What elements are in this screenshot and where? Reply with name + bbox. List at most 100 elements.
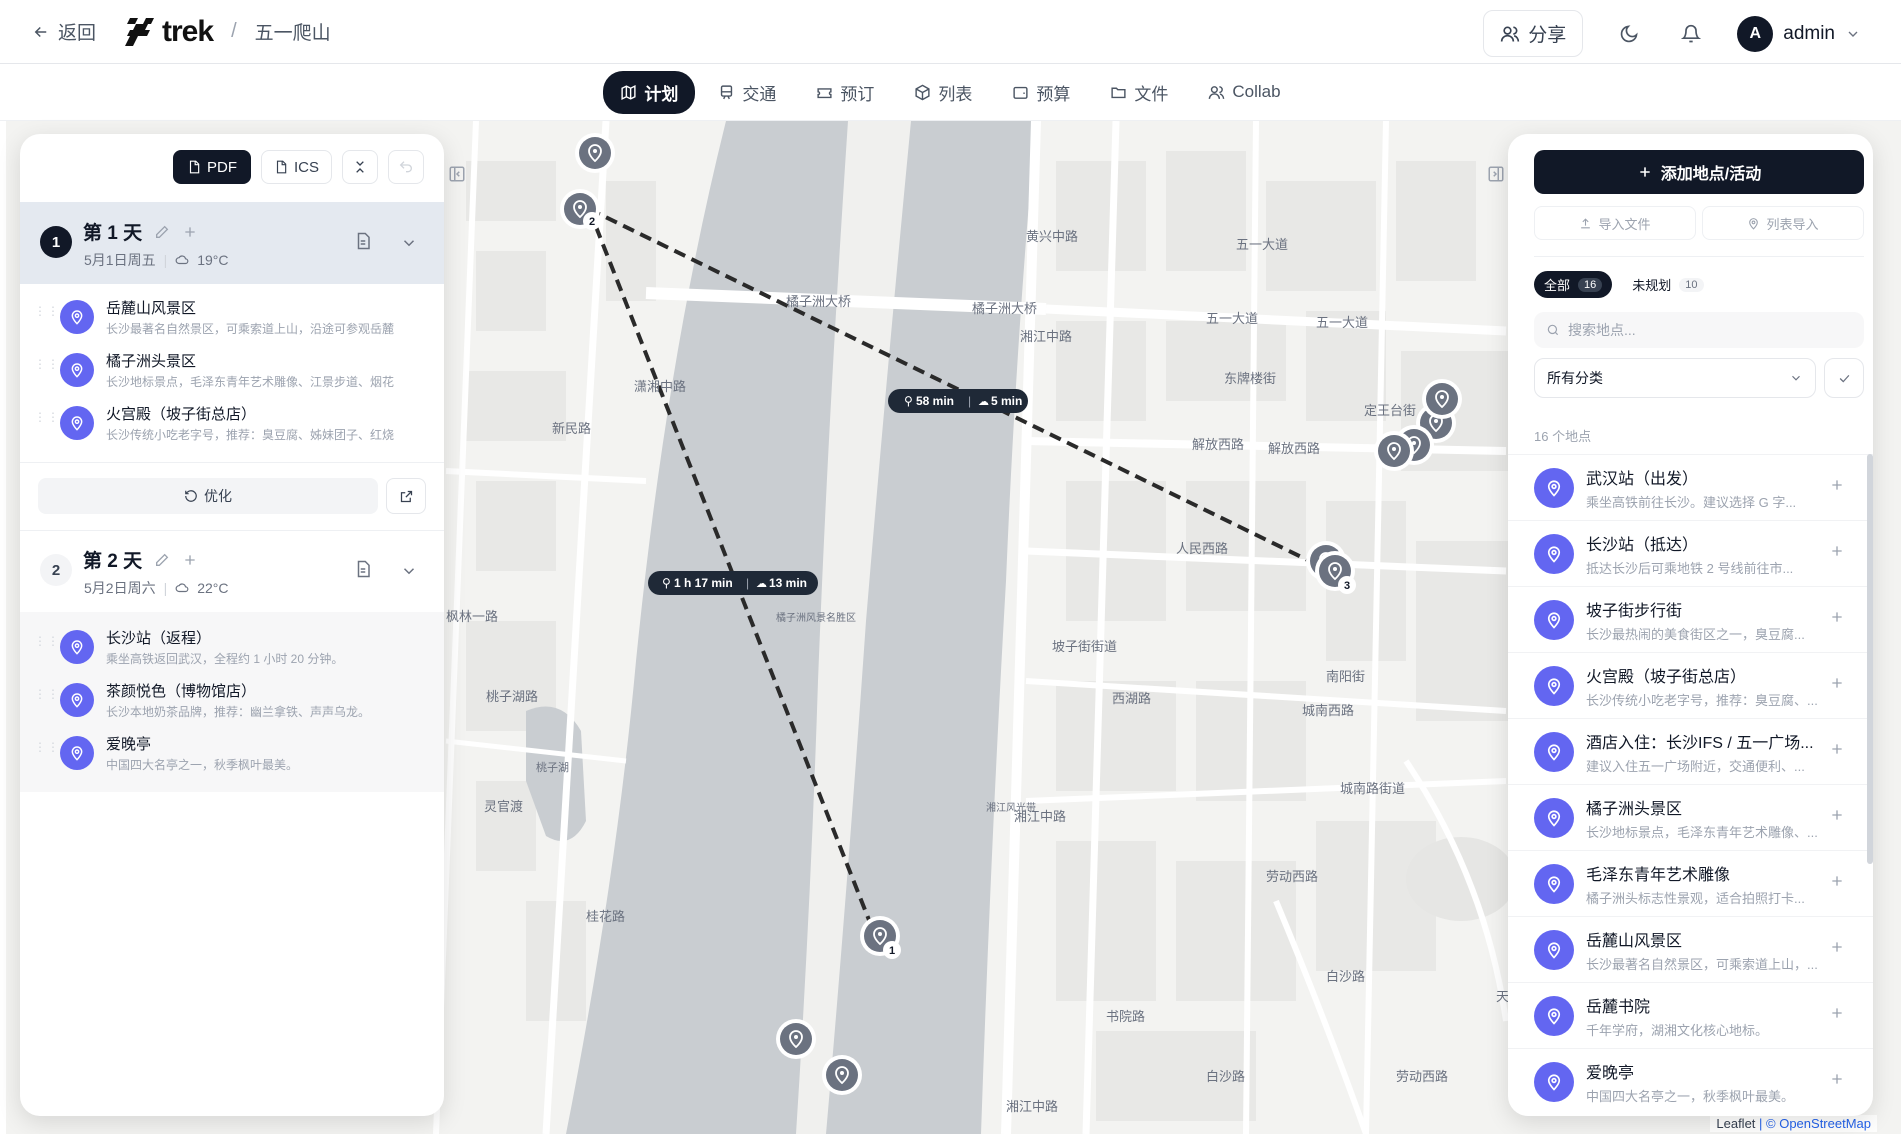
add-to-day-button[interactable] xyxy=(1829,1005,1845,1021)
list-item[interactable]: 岳麓书院千年学府，湖湘文化核心地标。 xyxy=(1508,982,1873,1048)
place-description: 长沙本地奶茶品牌，推荐：幽兰拿铁、声声乌龙。 xyxy=(106,704,371,719)
add-to-day-button[interactable] xyxy=(1829,939,1845,955)
list-item[interactable]: ⋮⋮ 火宫殿（坡子街总店） 长沙传统小吃老字号，推荐：臭豆腐、姊妹团子、红烧 xyxy=(20,396,444,449)
moon-icon xyxy=(1620,24,1638,42)
map-pin-icon xyxy=(1534,995,1574,1036)
list-item[interactable]: 酒店入住：长沙IFS / 五一广场... 建议入住五一广场附近，交通便利、... xyxy=(1508,718,1873,784)
drag-handle-icon[interactable]: ⋮⋮ xyxy=(34,358,60,370)
day-notes-button[interactable] xyxy=(354,560,372,578)
drag-handle-icon[interactable]: ⋮⋮ xyxy=(34,305,60,317)
day-notes-button[interactable] xyxy=(354,232,372,250)
search-input[interactable]: 搜索地点... xyxy=(1534,312,1864,348)
tab-budget[interactable]: 预算 xyxy=(995,71,1087,114)
import-file-button[interactable]: 导入文件 xyxy=(1534,206,1696,240)
place-description: 长沙最著名自然景区，可乘索道上山，... xyxy=(1586,956,1818,972)
add-to-day-button[interactable] xyxy=(1829,873,1845,889)
list-item[interactable]: 火宫殿（坡子街总店） 长沙传统小吃老字号，推荐：臭豆腐、... xyxy=(1508,652,1873,718)
map-marker xyxy=(822,1055,862,1095)
pencil-icon[interactable] xyxy=(154,224,170,240)
place-name: 火宫殿（坡子街总店） xyxy=(1586,668,1747,686)
collapse-right-panel-button[interactable] xyxy=(1487,165,1505,183)
chevrons-collapse-icon xyxy=(356,161,364,173)
street-label: 南阳街 xyxy=(1326,669,1365,684)
select-all-button[interactable] xyxy=(1824,358,1864,398)
list-item[interactable]: ⋮⋮ 橘子洲头景区 长沙地标景点，毛泽东青年艺术雕像、江景步道、烟花 xyxy=(20,343,444,396)
tab-transport[interactable]: 交通 xyxy=(701,71,793,114)
day-header-1[interactable]: 1 第 1 天 5月1日周五 | 19°C xyxy=(20,202,444,284)
theme-toggle-button[interactable] xyxy=(1613,18,1645,50)
scrollbar[interactable] xyxy=(1867,454,1873,864)
undo-button[interactable] xyxy=(388,150,424,184)
day-date: 5月2日周六 xyxy=(84,580,156,596)
list-item[interactable]: ⋮⋮ 茶颜悦色（博物馆店） 长沙本地奶茶品牌，推荐：幽兰拿铁、声声乌龙。 xyxy=(20,673,444,726)
plus-icon[interactable] xyxy=(182,552,198,568)
drag-handle-icon[interactable]: ⋮⋮ xyxy=(34,688,60,700)
route-badge-2[interactable]: ⚲ 1 h 17 min | ☁ 13 min xyxy=(648,571,818,595)
add-to-day-button[interactable] xyxy=(1829,741,1845,757)
drag-handle-icon[interactable]: ⋮⋮ xyxy=(34,411,60,423)
category-select[interactable]: 所有分类 xyxy=(1534,358,1816,398)
day-header-2[interactable]: 2 第 2 天 5月2日周六 | 22°C xyxy=(20,530,444,612)
street-label: 城南路街道 xyxy=(1340,781,1405,796)
add-to-day-button[interactable] xyxy=(1829,675,1845,691)
filter-unplanned-chip[interactable]: 未规划 10 xyxy=(1622,271,1713,298)
export-ics-button[interactable]: ICS xyxy=(260,150,332,184)
tab-files[interactable]: 文件 xyxy=(1093,71,1185,114)
list-item[interactable]: ⋮⋮ 岳麓山风景区 长沙最著名自然景区，可乘索道上山，沿途可参观岳麓 xyxy=(20,290,444,343)
add-to-day-button[interactable] xyxy=(1829,1071,1845,1087)
tab-bookings[interactable]: 预订 xyxy=(799,71,891,114)
add-to-day-button[interactable] xyxy=(1829,807,1845,823)
list-item[interactable]: 长沙站（抵达） 抵达长沙后可乘地铁 2 号线前往市... xyxy=(1508,520,1873,586)
list-item[interactable]: 武汉站（出发） 乘坐高铁前往长沙。建议选择 G 字... xyxy=(1508,454,1873,520)
refresh-icon xyxy=(185,490,197,502)
place-description: 千年学府，湖湘文化核心地标。 xyxy=(1586,1022,1769,1038)
attribution-leaflet[interactable]: Leaflet xyxy=(1716,1116,1755,1131)
notifications-button[interactable] xyxy=(1675,18,1707,50)
list-item[interactable]: 坡子街步行街 长沙最热闹的美食街区之一，臭豆腐... xyxy=(1508,586,1873,652)
tab-collab[interactable]: Collab xyxy=(1191,73,1297,111)
list-item[interactable]: 毛泽东青年艺术雕像 橘子洲头标志性景观，适合拍照打卡... xyxy=(1508,850,1873,916)
svg-text:⚲: ⚲ xyxy=(904,394,913,408)
collapse-all-button[interactable] xyxy=(342,150,378,184)
street-label: 橘子洲风景名胜区 xyxy=(776,611,856,624)
collapse-left-panel-button[interactable] xyxy=(448,165,466,183)
brand-logo[interactable]: trek xyxy=(124,15,214,49)
optimize-route-button[interactable]: 优化 xyxy=(38,478,378,514)
export-pdf-button[interactable]: PDF xyxy=(172,150,251,184)
pencil-icon[interactable] xyxy=(154,552,170,568)
list-item[interactable]: 爱晚亭 中国四大名亭之一，秋季枫叶最美。 xyxy=(1508,1048,1873,1114)
place-name: 岳麓书院 xyxy=(1586,998,1651,1016)
open-external-button[interactable] xyxy=(386,478,426,514)
add-to-day-button[interactable] xyxy=(1829,477,1845,493)
place-description: 乘坐高铁返回武汉，全程约 1 小时 20 分钟。 xyxy=(106,651,344,666)
plus-icon[interactable] xyxy=(182,224,198,240)
filter-all-chip[interactable]: 全部 16 xyxy=(1534,271,1613,298)
add-to-day-button[interactable] xyxy=(1829,543,1845,559)
place-name: 坡子街步行街 xyxy=(1586,602,1683,620)
map-attribution[interactable]: Leaflet | © OpenStreetMap xyxy=(1710,1115,1877,1132)
back-button[interactable]: 返回 xyxy=(32,18,96,45)
add-to-day-button[interactable] xyxy=(1829,609,1845,625)
tab-list[interactable]: 列表 xyxy=(897,71,989,114)
plus-icon xyxy=(1829,477,1845,493)
list-item[interactable]: 橘子洲头景区 长沙地标景点，毛泽东青年艺术雕像、... xyxy=(1508,784,1873,850)
attribution-osm[interactable]: OpenStreetMap xyxy=(1779,1116,1871,1131)
day-number-badge: 2 xyxy=(40,554,72,586)
drag-handle-icon[interactable]: ⋮⋮ xyxy=(34,635,60,647)
list-item[interactable]: ⋮⋮ 长沙站（返程） 乘坐高铁返回武汉，全程约 1 小时 20 分钟。 xyxy=(20,620,444,673)
list-item[interactable]: 岳麓山风景区 长沙最著名自然景区，可乘索道上山，... xyxy=(1508,916,1873,982)
tab-plan[interactable]: 计划 xyxy=(603,70,696,114)
svg-text:|: | xyxy=(968,394,971,408)
day-collapse-button[interactable] xyxy=(400,234,418,252)
tab-label: 文件 xyxy=(1134,84,1169,104)
list-item[interactable]: ⋮⋮ 爱晚亭 中国四大名亭之一，秋季枫叶最美。 xyxy=(20,726,444,779)
share-button[interactable]: 分享 xyxy=(1483,10,1584,57)
user-menu[interactable]: A admin xyxy=(1737,15,1861,52)
import-list-button[interactable]: 列表导入 xyxy=(1702,206,1864,240)
place-count: 16 个地点 xyxy=(1534,429,1592,444)
drag-handle-icon[interactable]: ⋮⋮ xyxy=(34,741,60,753)
add-place-button[interactable]: 添加地点/活动 xyxy=(1534,150,1864,194)
day-collapse-button[interactable] xyxy=(400,562,418,580)
route-badge-1[interactable]: ⚲ 58 min | ☁ 5 min xyxy=(888,389,1028,413)
add-place-label: 添加地点/活动 xyxy=(1660,166,1762,183)
